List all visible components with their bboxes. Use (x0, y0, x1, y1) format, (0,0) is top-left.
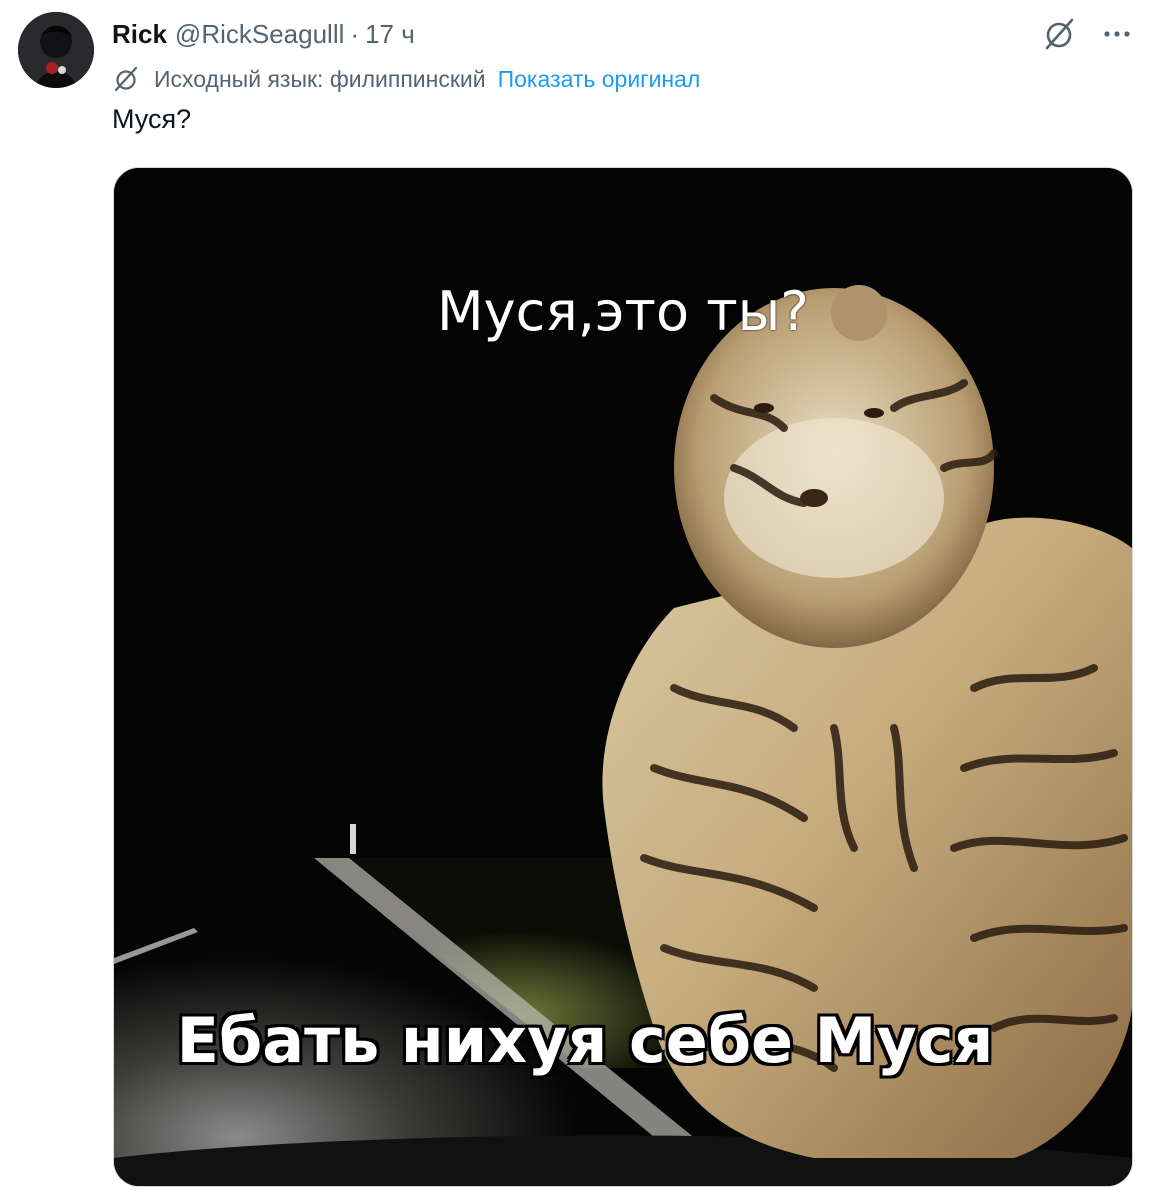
tweet-text: Муся? (112, 104, 192, 134)
show-original-link[interactable]: Показать оригинал (498, 66, 701, 93)
meme-caption-bottom: Ебать нихуя себе Муся (176, 1004, 994, 1077)
author-handle[interactable]: @RickSeagulll (175, 19, 344, 50)
grok-translate-icon (112, 64, 142, 94)
author-name[interactable]: Rick (112, 19, 167, 50)
translation-bar: Исходный язык: филиппинский Показать ори… (112, 62, 700, 96)
source-language-label: Исходный язык: филиппинский (154, 65, 486, 92)
tweet-header: Rick @RickSeagulll · 17 ч (112, 14, 415, 54)
timestamp[interactable]: 17 ч (365, 19, 415, 50)
meme-caption-top: Муся,это ты? (437, 280, 809, 343)
avatar[interactable] (18, 12, 94, 88)
tweet[interactable]: Rick @RickSeagulll · 17 ч Исходный язык:… (0, 0, 1155, 1200)
separator-dot: · (350, 18, 360, 49)
header-actions (1039, 14, 1137, 54)
tweet-media[interactable]: Муся,это ты? Ебать нихуя себе Муся (113, 167, 1133, 1187)
avatar-image (18, 12, 94, 88)
more-options-icon[interactable] (1097, 14, 1137, 54)
grok-icon[interactable] (1039, 14, 1079, 54)
